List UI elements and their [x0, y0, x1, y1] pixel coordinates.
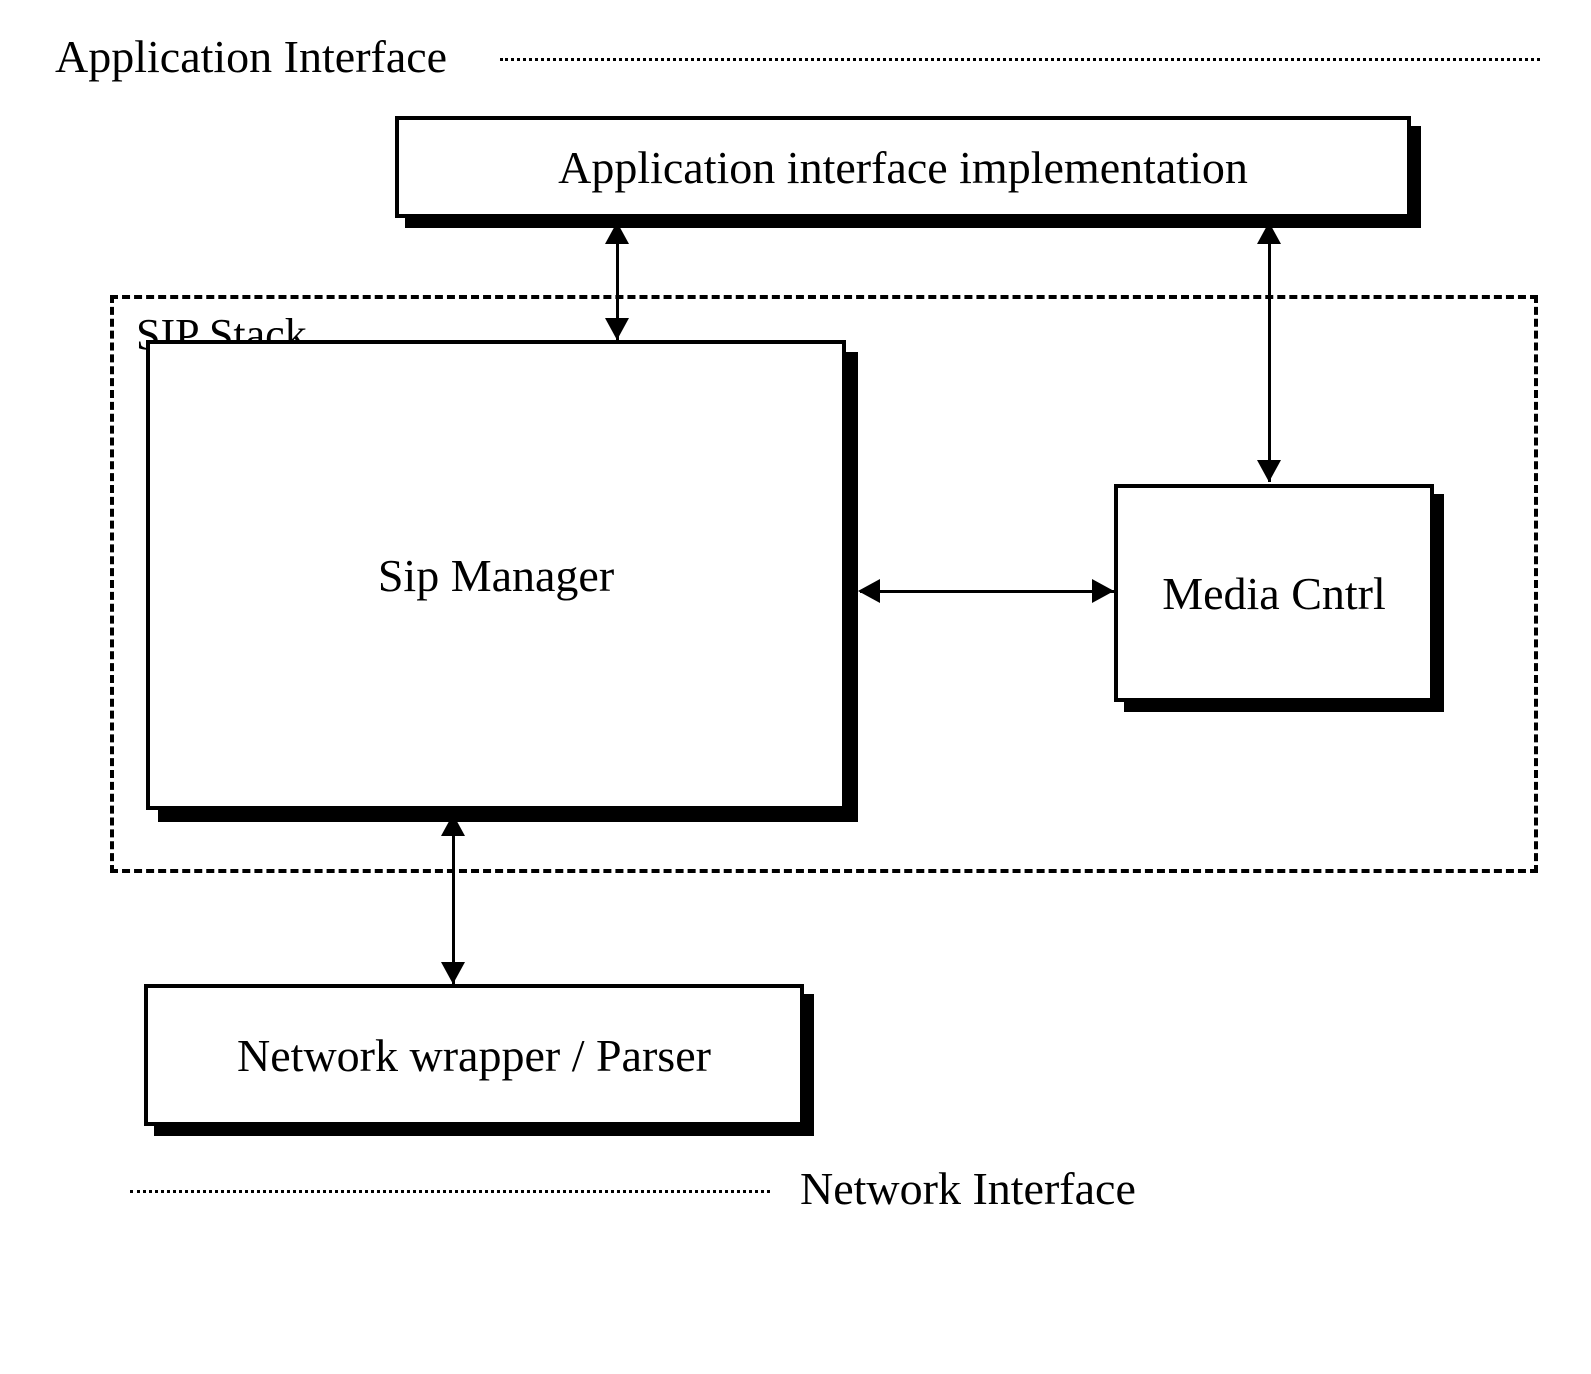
arrowhead-appimpl-up [605, 222, 629, 244]
arrowhead-networkwrapper-down [441, 962, 465, 984]
sip-manager-box: Sip Manager [146, 340, 846, 810]
diagram-canvas: Application Interface Application interf… [0, 0, 1591, 1374]
app-impl-box: Application interface implementation [395, 116, 1411, 218]
sip-manager-text: Sip Manager [378, 549, 614, 602]
arrowhead-appimpl-mediacntrl-up [1257, 222, 1281, 244]
app-impl-text: Application interface implementation [558, 141, 1248, 194]
arrowhead-sipmanager-up [441, 814, 465, 836]
network-wrapper-box: Network wrapper / Parser [144, 984, 804, 1126]
network-interface-divider [130, 1190, 770, 1193]
network-interface-label: Network Interface [800, 1162, 1136, 1215]
arrow-sipmanager-networkwrapper [452, 814, 455, 984]
application-interface-label: Application Interface [55, 30, 447, 83]
arrowhead-mediacntrl-right [1092, 579, 1114, 603]
application-interface-divider [500, 58, 1540, 61]
media-cntrl-text: Media Cntrl [1162, 567, 1386, 620]
media-cntrl-box: Media Cntrl [1114, 484, 1434, 702]
arrow-sipmanager-mediacntrl [860, 590, 1114, 593]
network-wrapper-text: Network wrapper / Parser [237, 1029, 711, 1082]
arrowhead-sipmanager-left [858, 579, 880, 603]
